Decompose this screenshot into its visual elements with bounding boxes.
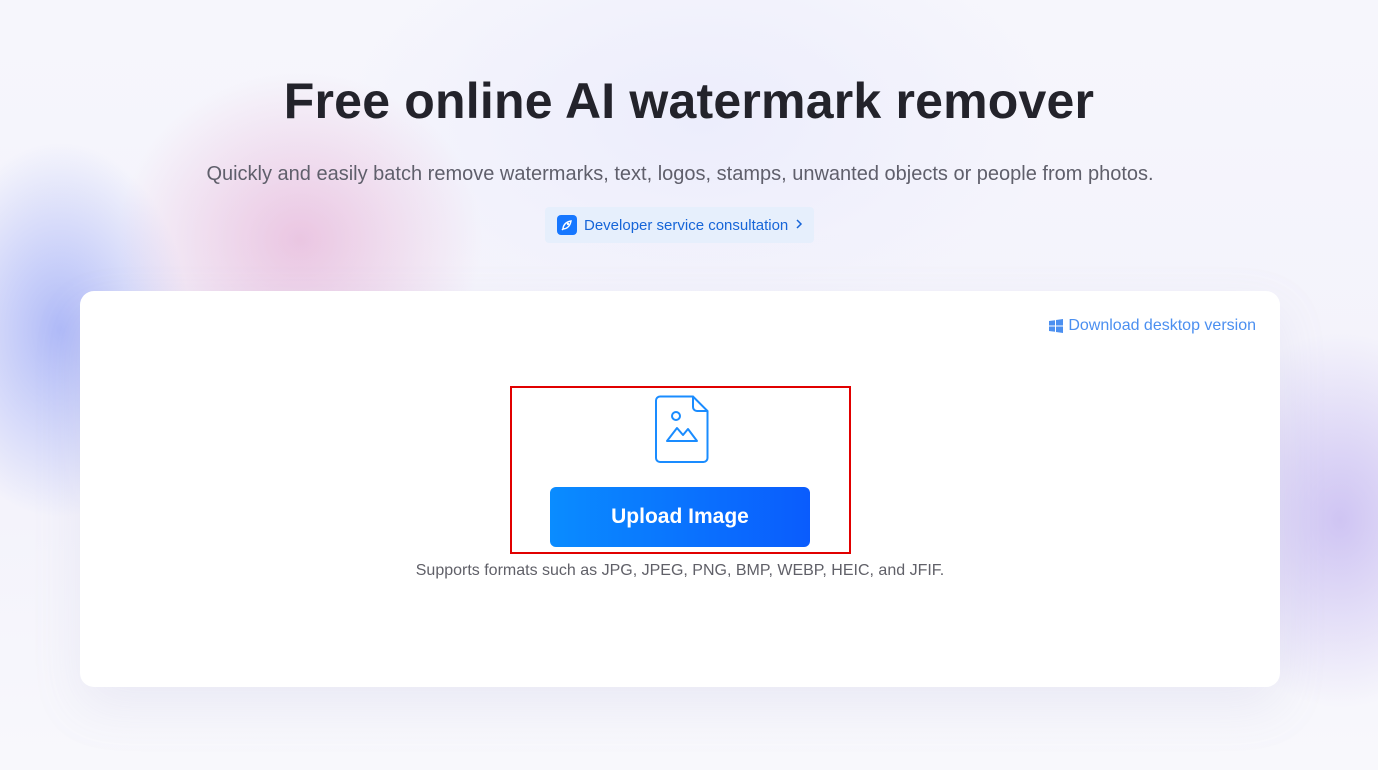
page-title: Free online AI watermark remover xyxy=(283,73,1095,129)
developer-consultation-label: Developer service consultation xyxy=(584,216,789,234)
windows-icon xyxy=(1049,319,1064,333)
upload-image-button[interactable]: Upload Image xyxy=(550,487,810,547)
developer-consultation-link[interactable]: Developer service consultation xyxy=(545,207,814,243)
download-desktop-link[interactable]: Download desktop version xyxy=(1049,317,1256,335)
supported-formats-text: Supports formats such as JPG, JPEG, PNG,… xyxy=(415,562,945,579)
image-file-icon xyxy=(655,395,709,463)
page-subtitle: Quickly and easily batch remove watermar… xyxy=(206,163,1154,185)
download-desktop-label: Download desktop version xyxy=(1068,317,1256,334)
rocket-icon xyxy=(557,215,577,235)
chevron-right-icon xyxy=(795,217,803,233)
upload-card: Download desktop version Upload Image Su… xyxy=(80,291,1280,687)
